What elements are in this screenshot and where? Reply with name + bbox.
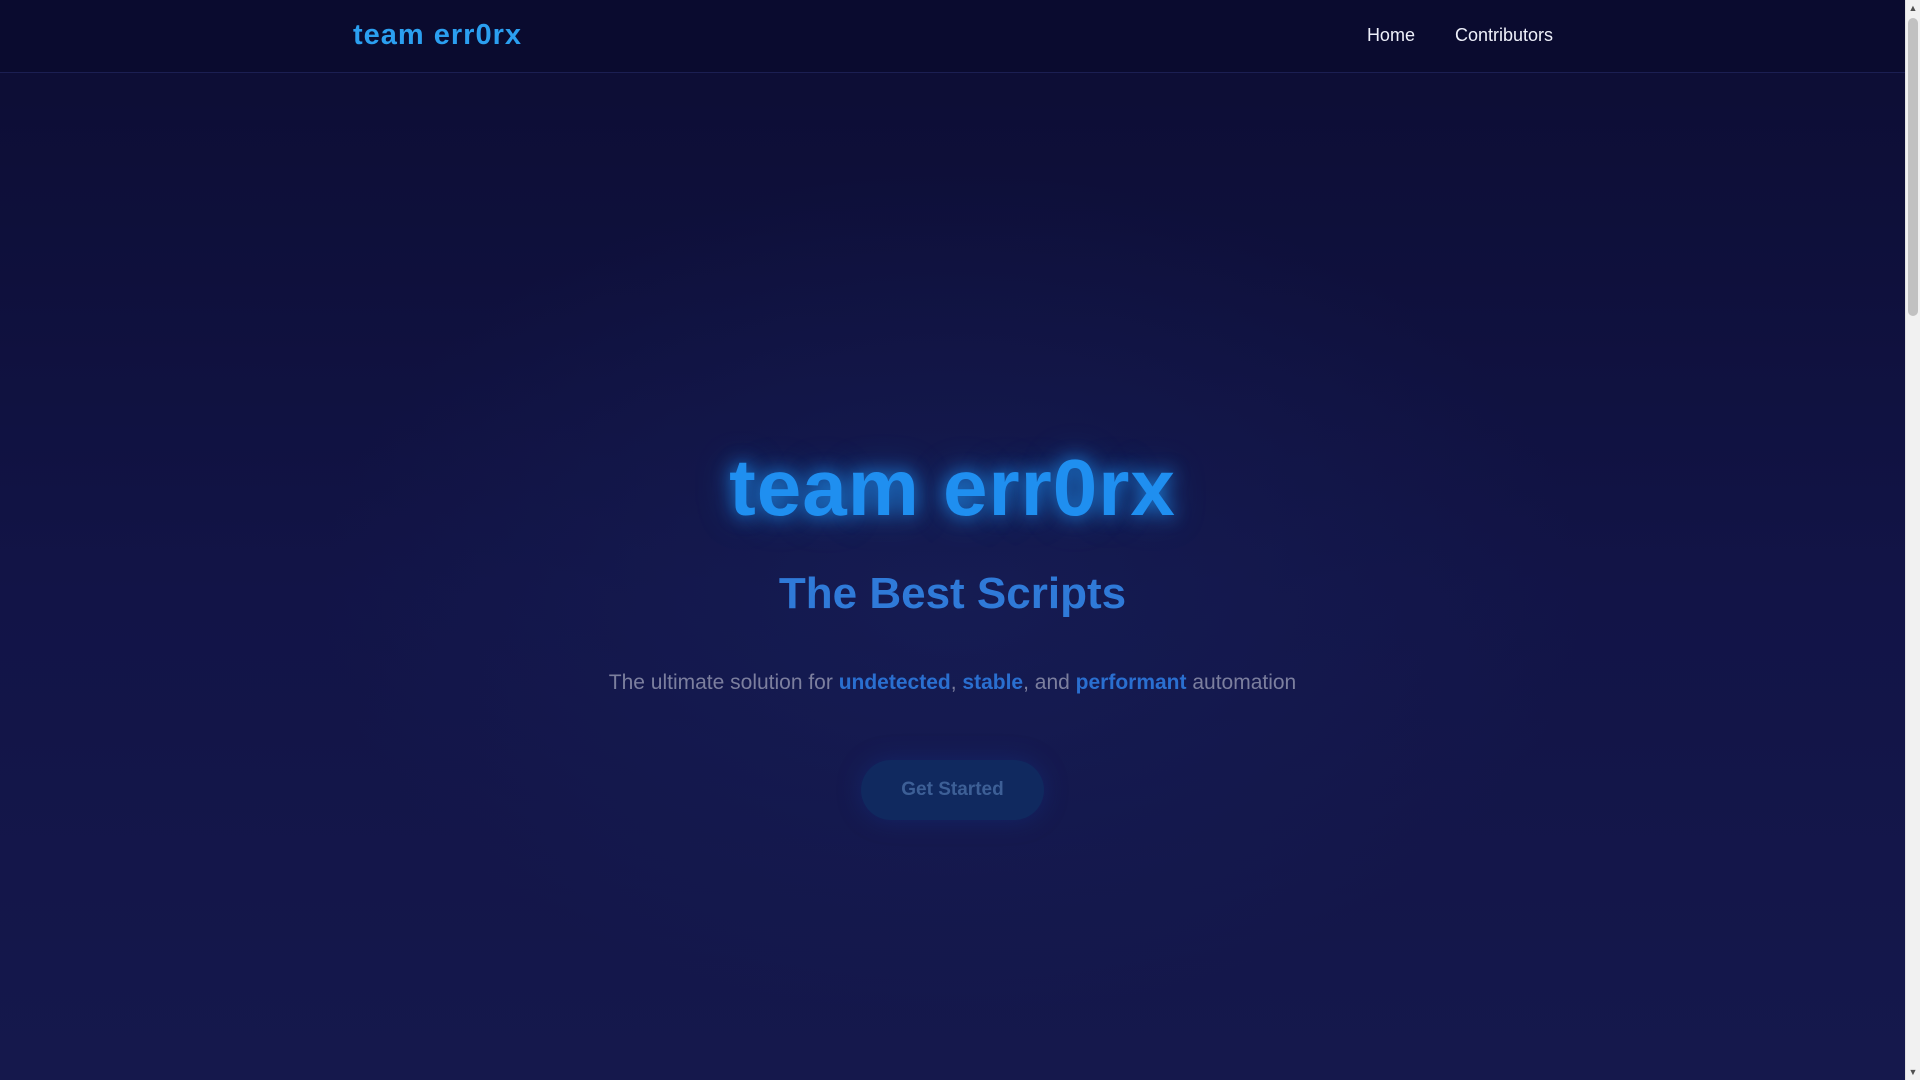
hero-tagline: The ultimate solution for undetected, st… [0,668,1905,698]
scrollbar-thumb[interactable] [1908,18,1918,316]
nav-link-contributors[interactable]: Contributors [1455,22,1553,48]
tagline-separator-1: , [950,671,963,694]
hero-title: team err0rx [729,443,1176,532]
page-scrollbar[interactable]: ▲ ▼ [1905,0,1920,1080]
page: team err0rx Home Contributors team err0r… [0,0,1905,1080]
nav-link-home[interactable]: Home [1367,22,1415,48]
brand-logo-link[interactable]: team err0rx [353,16,522,54]
scroll-down-arrow-icon[interactable]: ▼ [1906,1064,1920,1080]
hero-subtitle: The Best Scripts [778,569,1127,618]
navbar: team err0rx Home Contributors [0,0,1905,73]
hero-section: team err0rx The Best Scripts The ultimat… [0,440,1905,820]
tagline-separator-2: , and [1023,671,1076,694]
tagline-suffix: automation [1186,671,1297,694]
tagline-prefix: The ultimate solution for [608,671,839,694]
tagline-highlight-stable: stable [962,671,1024,694]
tagline-highlight-undetected: undetected [838,671,951,694]
tagline-highlight-performant: performant [1075,671,1187,694]
scroll-up-arrow-icon[interactable]: ▲ [1906,0,1920,16]
get-started-button[interactable]: Get Started [861,760,1044,820]
nav-links: Home Contributors [1367,22,1553,48]
